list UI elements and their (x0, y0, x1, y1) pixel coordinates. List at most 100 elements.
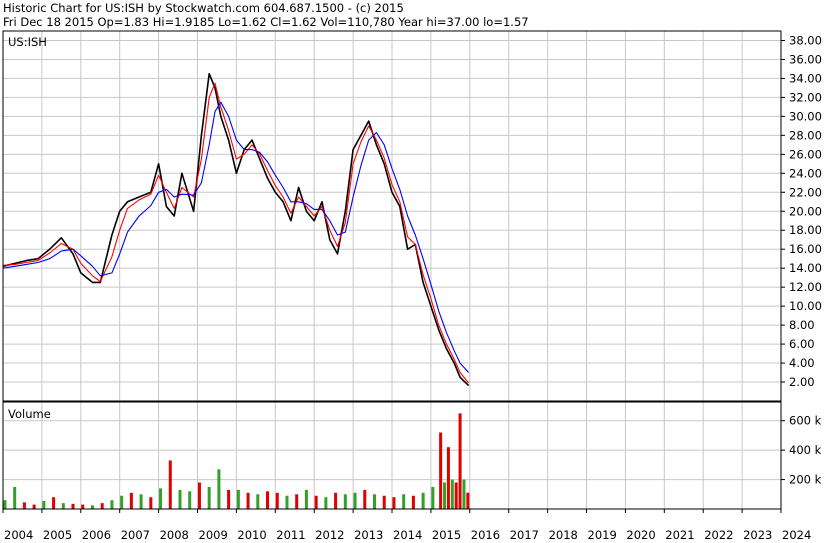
volume-bar (149, 497, 153, 509)
x-tick-label: 2012 (315, 528, 344, 542)
price-line (2, 72, 470, 387)
volume-bar (168, 460, 172, 509)
volume-bar (110, 500, 114, 509)
x-tick-label: 2017 (510, 528, 539, 542)
volume-bar (431, 486, 435, 509)
y-tick-label: 34.00 (789, 71, 822, 85)
x-tick-label: 2014 (393, 528, 422, 542)
volume-bar (3, 500, 7, 509)
volume-bar (52, 497, 56, 509)
volume-bar (454, 482, 458, 509)
volume-bar (129, 492, 133, 509)
volume-bar (402, 494, 406, 509)
volume-bar (256, 494, 260, 509)
volume-tick-label: 600 k (789, 414, 822, 428)
x-tick-label: 2011 (276, 528, 305, 542)
volume-bar (295, 494, 299, 509)
x-tick-label: 2013 (354, 528, 383, 542)
price-lines (2, 72, 470, 387)
x-axis: 2004 2005 2006 2007 2008 2009 2010 2011 2012 2013… (2, 509, 811, 542)
volume-bar (353, 492, 357, 509)
volume-bar (207, 486, 211, 509)
y-tick-label: 22.00 (789, 185, 822, 199)
price-panel-label: US:ISH (8, 35, 47, 49)
volume-bar (159, 488, 163, 509)
moving-average-short-line (2, 82, 470, 384)
volume-bar (42, 500, 46, 509)
x-tick-label: 2009 (199, 528, 228, 542)
volume-bar (343, 494, 347, 509)
volume-bar (363, 489, 367, 509)
y-tick-label: 4.00 (789, 356, 815, 370)
y-tick-label: 10.00 (789, 299, 822, 313)
x-tick-label: 2006 (82, 528, 111, 542)
volume-bar (217, 469, 221, 509)
y-tick-label: 16.00 (789, 242, 822, 256)
volume-bar (443, 482, 447, 509)
volume-bar (372, 494, 376, 509)
y-tick-label: 28.00 (789, 128, 822, 142)
volume-bar (446, 447, 450, 509)
volume-bar (285, 495, 289, 509)
x-tick-label: 2015 (432, 528, 461, 542)
x-tick-label: 2023 (743, 528, 772, 542)
volume-bar (100, 503, 104, 509)
volume-bar (61, 503, 65, 509)
volume-bar (266, 491, 270, 509)
stock-chart: 2.00 4.00 6.00 8.00 10.00 12.00 14.00 16.00 18.0… (2, 30, 822, 542)
volume-bar (13, 486, 17, 509)
x-tick-label: 2020 (626, 528, 655, 542)
volume-bar (90, 505, 94, 509)
y-tick-label: 32.00 (789, 90, 822, 104)
x-tick-label: 2010 (237, 528, 266, 542)
moving-average-long-line (2, 101, 470, 373)
x-tick-label: 2018 (549, 528, 578, 542)
y-tick-label: 6.00 (789, 337, 815, 351)
volume-bar (275, 492, 279, 509)
volume-bar (188, 491, 192, 509)
grid (2, 31, 782, 509)
volume-bar (120, 495, 124, 509)
volume-bar (178, 489, 182, 509)
volume-bar (81, 504, 85, 509)
x-tick-label: 2022 (704, 528, 733, 542)
x-tick-label: 2004 (4, 528, 33, 542)
x-tick-label: 2008 (160, 528, 189, 542)
volume-bar (236, 489, 240, 509)
volume-bar (246, 492, 250, 509)
y-tick-label: 36.00 (789, 52, 822, 66)
volume-bar (450, 479, 454, 509)
volume-bar (392, 497, 396, 509)
volume-bar (421, 492, 425, 509)
volume-bar (458, 413, 462, 509)
x-tick-label: 2007 (121, 528, 150, 542)
volume-bar (314, 495, 318, 509)
volume-bar (411, 495, 415, 509)
volume-tick-label: 400 k (789, 443, 822, 457)
volume-bar (324, 497, 328, 509)
y-tick-label: 26.00 (789, 147, 822, 161)
volume-panel-label: Volume (8, 407, 51, 421)
y-tick-label: 8.00 (789, 318, 815, 332)
x-tick-label: 2019 (588, 528, 617, 542)
x-tick-label: 2016 (471, 528, 500, 542)
x-tick-label: 2024 (782, 528, 811, 542)
y-tick-label: 2.00 (789, 375, 815, 389)
y-axis: 2.00 4.00 6.00 8.00 10.00 12.00 14.00 16.00 18.0… (781, 33, 822, 389)
y-tick-label: 14.00 (789, 261, 822, 275)
y-tick-label: 24.00 (789, 166, 822, 180)
volume-y-axis: 200 k 400 k 600 k (781, 414, 822, 487)
volume-bar (197, 482, 201, 509)
volume-bar (462, 479, 466, 509)
x-tick-label: 2005 (43, 528, 72, 542)
y-tick-label: 30.00 (789, 109, 822, 123)
x-tick-label: 2021 (665, 528, 694, 542)
y-tick-label: 38.00 (789, 33, 822, 47)
volume-bar (304, 489, 308, 509)
y-tick-label: 18.00 (789, 223, 822, 237)
volume-bar (382, 495, 386, 509)
volume-bar (439, 432, 443, 509)
volume-bar (71, 503, 75, 509)
volume-bar (139, 494, 143, 509)
y-tick-label: 20.00 (789, 204, 822, 218)
